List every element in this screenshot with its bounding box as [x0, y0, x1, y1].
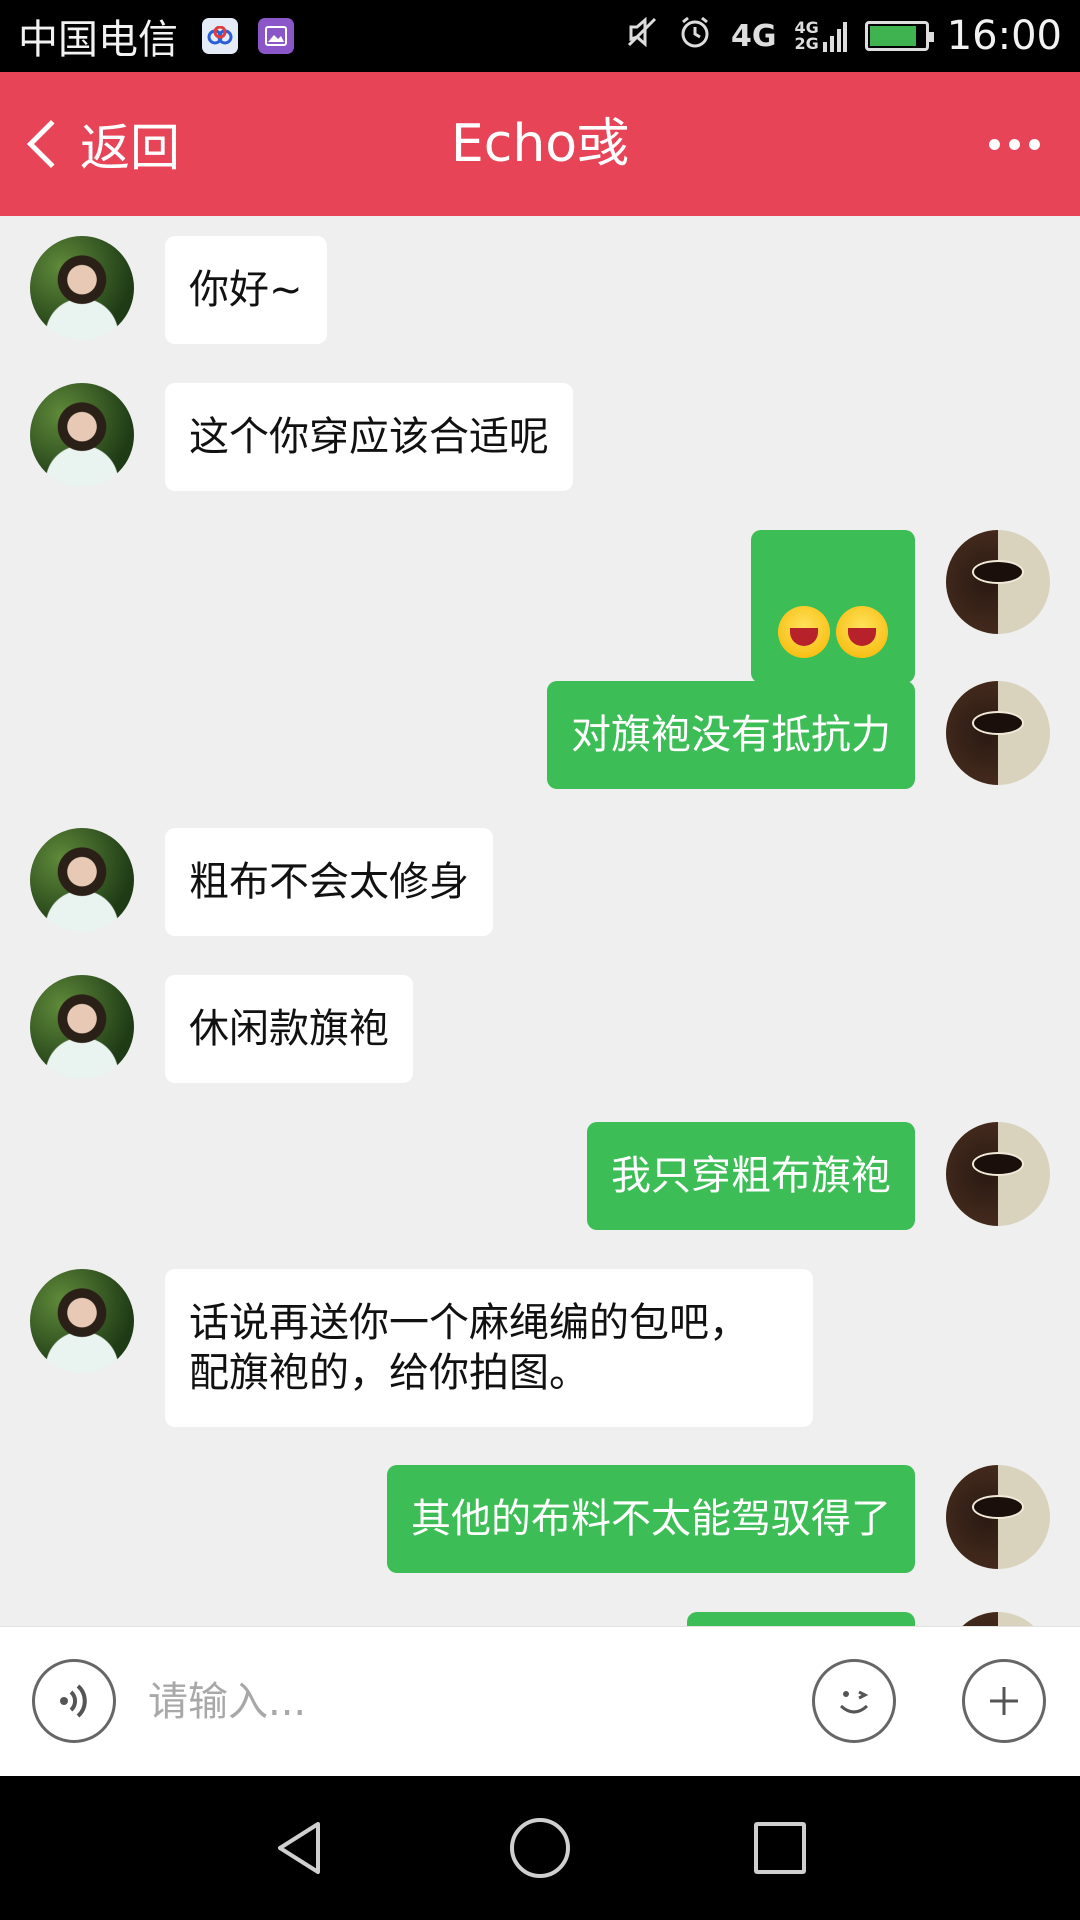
incoming-message[interactable]: 你好~ — [165, 236, 327, 344]
more-options-button[interactable] — [989, 72, 1040, 216]
battery-level-fill — [869, 26, 916, 46]
nav-recents-icon[interactable] — [754, 1822, 806, 1874]
nav-home-icon[interactable] — [510, 1818, 570, 1878]
contact-avatar[interactable] — [30, 383, 134, 487]
plus-icon — [990, 1687, 1018, 1715]
carrier-name: 中国电信 — [18, 17, 178, 63]
incoming-message[interactable]: 话说再送你一个麻绳编的包吧， 配旗袍的，给你拍图。 — [165, 1269, 813, 1427]
chat-header: 返回 Echo彧 — [0, 72, 1080, 216]
gallery-icon — [258, 18, 294, 54]
nav-back-icon[interactable] — [270, 1818, 330, 1878]
alarm-icon — [677, 14, 713, 59]
laughing-emoji-icon — [836, 606, 888, 658]
mute-vibrate-icon — [625, 15, 659, 58]
my-avatar[interactable] — [946, 530, 1050, 634]
laughing-emoji-icon — [778, 606, 830, 658]
contact-avatar[interactable] — [30, 236, 134, 340]
clock: 16:00 — [946, 13, 1062, 59]
contact-avatar[interactable] — [30, 828, 134, 932]
my-avatar[interactable] — [946, 1612, 1050, 1626]
outgoing-message[interactable] — [751, 530, 915, 683]
baidu-cloud-icon — [202, 18, 238, 54]
incoming-message[interactable]: 粗布不会太修身 — [165, 828, 493, 936]
emoji-button[interactable] — [812, 1659, 896, 1743]
outgoing-message[interactable] — [687, 1612, 915, 1626]
message-list[interactable]: 你好~ 这个你穿应该合适呢 对旗袍没有抵抗力 粗布不会太修身 休闲款旗袍 我只穿… — [0, 216, 1080, 1626]
incoming-message[interactable]: 休闲款旗袍 — [165, 975, 413, 1083]
system-nav-bar — [0, 1776, 1080, 1920]
more-dot — [1029, 138, 1040, 150]
outgoing-message[interactable]: 我只穿粗布旗袍 — [587, 1122, 915, 1230]
more-dot — [1009, 138, 1020, 150]
more-dots-icon — [989, 138, 1000, 150]
voice-button[interactable] — [32, 1659, 116, 1743]
signal-strength-icon: 4G 2G — [794, 20, 847, 53]
my-avatar[interactable] — [946, 1122, 1050, 1226]
my-avatar[interactable] — [946, 681, 1050, 785]
outgoing-message[interactable]: 其他的布料不太能驾驭得了 — [387, 1465, 915, 1573]
more-actions-button[interactable] — [962, 1659, 1046, 1743]
back-label: 返回 — [80, 119, 180, 177]
emoji-icon — [839, 1690, 869, 1714]
input-bar — [0, 1626, 1080, 1776]
contact-avatar[interactable] — [30, 1269, 134, 1373]
message-input[interactable] — [148, 1667, 768, 1737]
battery-icon — [864, 21, 934, 51]
signal-4g-icon: 4G — [730, 18, 777, 54]
voice-icon — [60, 1684, 87, 1718]
chevron-left-icon — [26, 119, 76, 169]
incoming-message[interactable]: 这个你穿应该合适呢 — [165, 383, 573, 491]
outgoing-message[interactable]: 对旗袍没有抵抗力 — [547, 681, 915, 789]
status-bar: 中国电信 4G 4G 2G 16:00 — [0, 0, 1080, 72]
back-button[interactable]: 返回 — [20, 72, 180, 216]
contact-avatar[interactable] — [30, 975, 134, 1079]
secondary-network-bottom: 2G — [794, 34, 819, 53]
my-avatar[interactable] — [946, 1465, 1050, 1569]
